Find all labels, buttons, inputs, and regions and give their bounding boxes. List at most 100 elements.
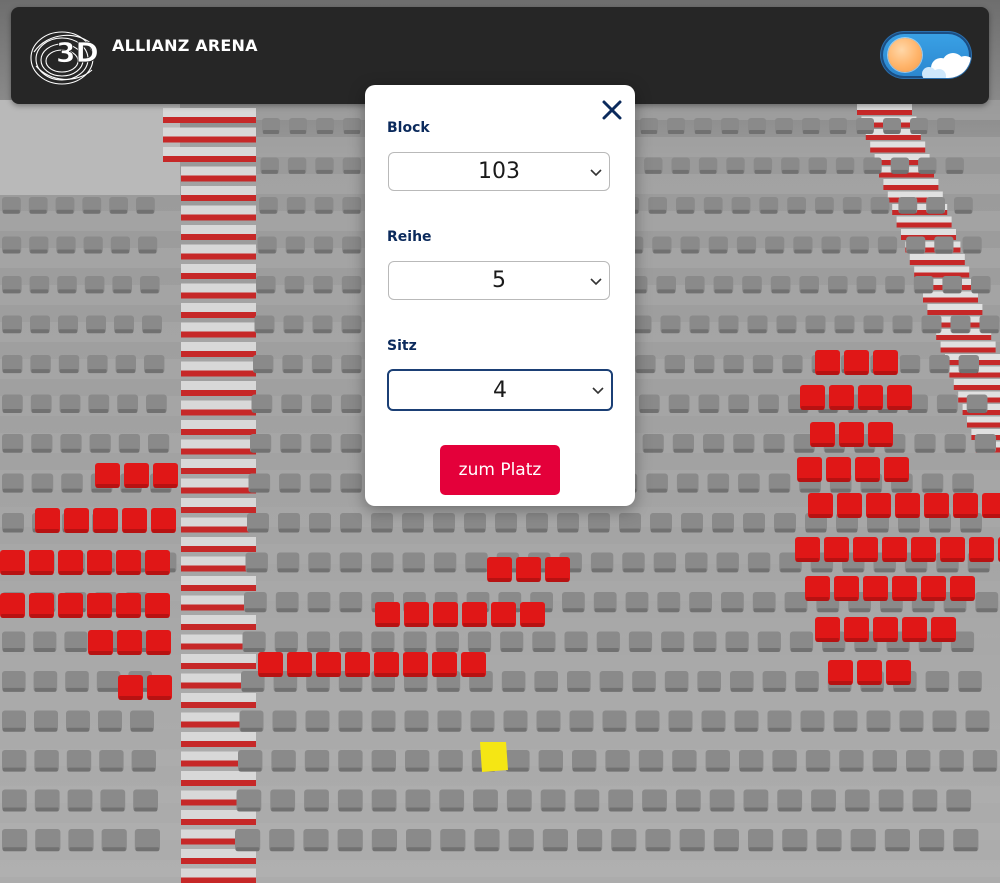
- stair-step: [181, 459, 256, 468]
- stair-edge: [181, 819, 256, 825]
- seat-select[interactable]: 4: [387, 369, 613, 411]
- seat-select-value: 4: [493, 377, 507, 403]
- seat-shadow: [886, 289, 904, 294]
- block-select[interactable]: 103: [388, 152, 610, 191]
- stair-step: [181, 264, 256, 273]
- seat-shadow: [573, 767, 596, 772]
- stair-edge: [936, 335, 992, 340]
- seat-shadow: [796, 687, 818, 692]
- seat-shadow: [669, 408, 689, 413]
- seat-shadow: [835, 329, 854, 334]
- seat-occupied-shadow: [856, 478, 879, 482]
- seat-shadow: [565, 648, 587, 653]
- seat-shadow: [372, 687, 394, 692]
- seat-shadow: [139, 249, 157, 254]
- seat-shadow: [717, 568, 738, 573]
- stair-step: [967, 416, 1000, 423]
- seat-shadow: [62, 488, 82, 493]
- seat-shadow: [372, 528, 392, 533]
- seat-shadow: [67, 727, 89, 732]
- seat-shadow: [681, 249, 699, 254]
- seat-shadow: [315, 209, 333, 214]
- seat-shadow: [304, 847, 328, 852]
- seat-shadow: [312, 408, 331, 413]
- stair-edge: [181, 429, 256, 435]
- seat-shadow: [698, 687, 720, 692]
- seat-shadow: [439, 767, 462, 772]
- seat-occupied-shadow: [375, 673, 398, 677]
- seat-occupied-shadow: [89, 651, 112, 655]
- seat-shadow: [341, 448, 361, 453]
- seat-shadow: [286, 249, 304, 254]
- seat-shadow: [959, 687, 981, 692]
- seat-shadow: [945, 448, 965, 453]
- seat-shadow: [951, 329, 970, 334]
- seat-shadow: [60, 408, 80, 413]
- seat-occupied-shadow: [152, 529, 175, 533]
- seat-shadow: [3, 488, 23, 493]
- seat-occupied-shadow: [798, 478, 821, 482]
- seat-shadow: [509, 847, 533, 852]
- seat-shadow: [938, 130, 954, 134]
- seat-shadow: [849, 608, 870, 613]
- seat-shadow: [686, 568, 707, 573]
- seat-shadow: [279, 528, 299, 533]
- seat-occupied-shadow: [405, 623, 428, 627]
- seat-shadow: [732, 209, 750, 214]
- seat-shadow: [919, 648, 941, 653]
- seat-shadow: [151, 488, 171, 493]
- stair-step: [181, 400, 256, 410]
- seat-shadow: [290, 130, 306, 134]
- seat-shadow: [777, 329, 796, 334]
- seat-occupied-shadow: [845, 638, 868, 642]
- stair-edge: [181, 292, 256, 299]
- stair-step: [181, 439, 256, 449]
- seat-shadow: [669, 727, 692, 732]
- seat-occupied-shadow: [146, 614, 169, 618]
- seat-occupied-shadow: [1, 614, 24, 618]
- stair-edge: [163, 136, 256, 143]
- seat-shadow: [116, 369, 135, 374]
- seat-shadow: [824, 448, 844, 453]
- seat-shadow: [744, 807, 768, 812]
- seat-shadow: [143, 329, 161, 334]
- stair-edge: [181, 253, 256, 260]
- seat-shadow: [855, 648, 877, 653]
- seat-shadow: [31, 369, 50, 374]
- close-icon[interactable]: [600, 98, 624, 122]
- day-night-toggle[interactable]: [881, 32, 971, 78]
- seat-shadow: [3, 687, 25, 692]
- seat-shadow: [600, 687, 623, 692]
- seat-occupied-shadow: [117, 571, 140, 575]
- seat-occupied-shadow: [829, 681, 852, 685]
- stair-edge: [940, 347, 996, 353]
- seat-shadow: [699, 169, 717, 174]
- row-select[interactable]: 5: [388, 261, 610, 300]
- seat-shadow: [735, 727, 758, 732]
- allianz-arena-3d-logo[interactable]: 3D: [28, 22, 108, 88]
- seat-shadow: [67, 767, 91, 772]
- stair-edge: [181, 741, 256, 747]
- go-to-seat-button[interactable]: zum Platz: [440, 445, 560, 495]
- seat-shadow: [310, 488, 331, 493]
- seat-shadow: [816, 209, 833, 214]
- seat-shadow: [760, 209, 778, 214]
- seat-shadow: [620, 528, 640, 533]
- seat-shadow: [313, 329, 332, 334]
- stair-step: [181, 576, 256, 585]
- seat-shadow: [263, 130, 279, 134]
- seat-occupied-shadow: [94, 529, 117, 533]
- stair-edge: [181, 565, 256, 572]
- seat-shadow: [966, 727, 989, 732]
- seat-shadow: [636, 727, 659, 732]
- seat-occupied-shadow: [96, 484, 119, 488]
- seat-shadow: [507, 807, 531, 812]
- stair-edge: [181, 526, 256, 533]
- stair-step: [181, 420, 256, 429]
- seat-shadow: [867, 727, 890, 732]
- stair-step: [181, 166, 256, 176]
- seat-shadow: [575, 807, 599, 812]
- stadium-3d-view[interactable]: 3D ALLIANZ ARENA Block 103 Reihe 5 Sitz …: [0, 0, 1000, 883]
- seat-shadow: [654, 568, 676, 573]
- seat-occupied-shadow: [883, 558, 906, 562]
